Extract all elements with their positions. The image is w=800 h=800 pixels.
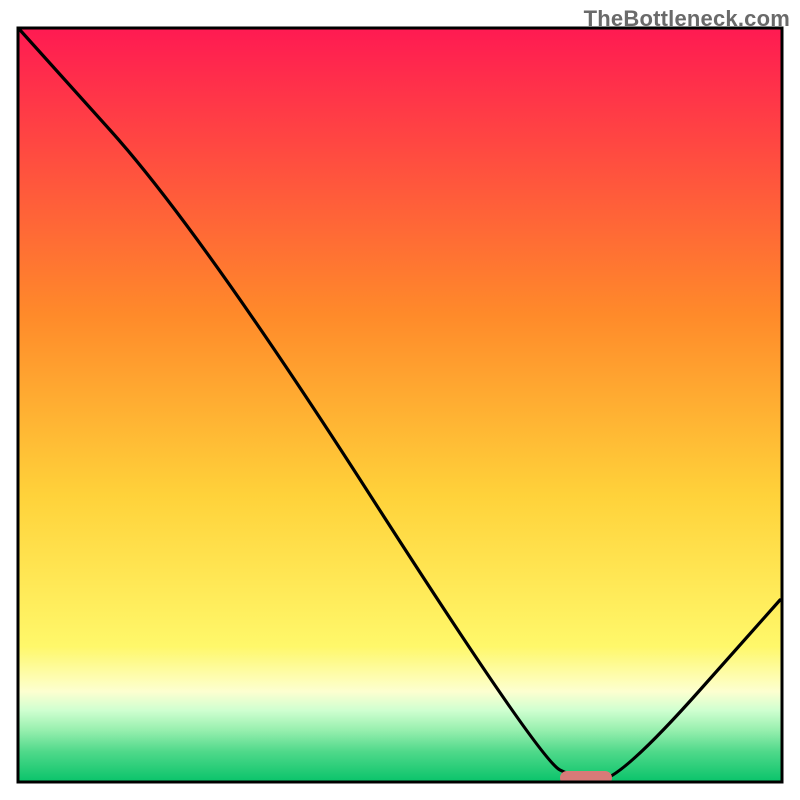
heat-gradient [18, 28, 782, 782]
chart-stage: TheBottleneck.com [0, 0, 800, 800]
bottleneck-curve-plot [0, 0, 800, 800]
